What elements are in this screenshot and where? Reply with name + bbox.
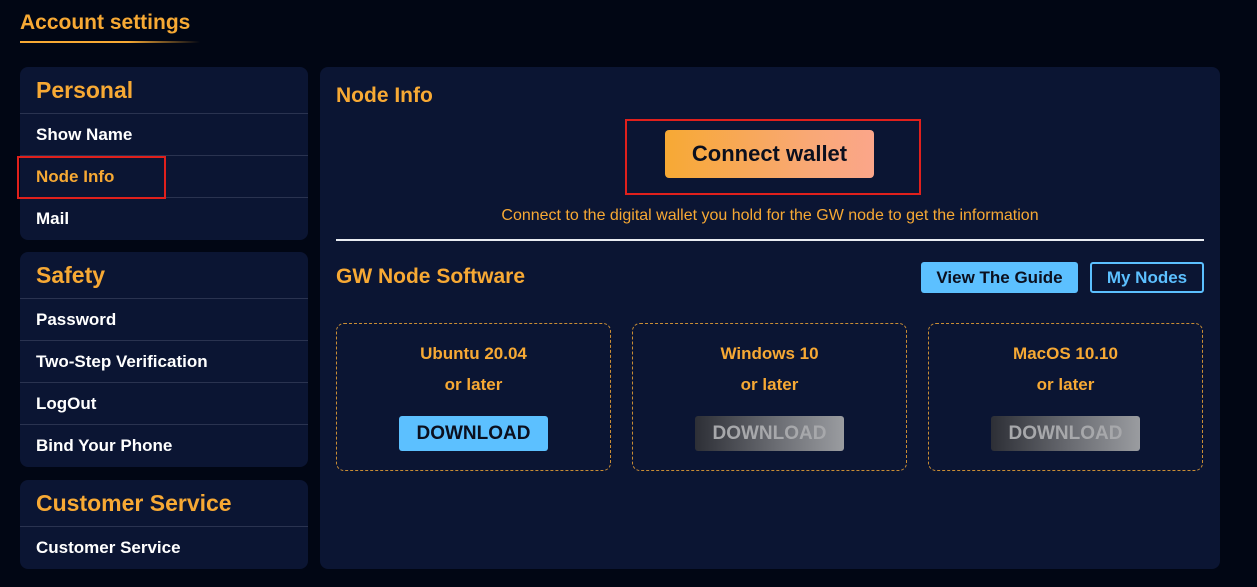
view-guide-button[interactable]: View The Guide — [921, 262, 1078, 293]
os-name: Windows 10 — [720, 344, 819, 363]
my-nodes-button[interactable]: My Nodes — [1090, 262, 1204, 293]
sidebar-heading-safety: Safety — [20, 252, 308, 299]
sidebar-item-logout[interactable]: LogOut — [20, 383, 308, 425]
sidebar-heading-personal: Personal — [20, 67, 308, 114]
sidebar-item-show-name[interactable]: Show Name — [20, 114, 308, 156]
download-button-ubuntu[interactable]: DOWNLOAD — [399, 416, 548, 451]
os-requirement: or later — [1036, 375, 1095, 394]
sidebar-item-bind-phone[interactable]: Bind Your Phone — [20, 425, 308, 467]
sidebar-item-node-info[interactable]: Node Info — [20, 156, 308, 198]
sidebar-group-safety: Safety Password Two-Step Verification Lo… — [20, 252, 308, 467]
download-card-ubuntu: Ubuntu 20.04 or later DOWNLOAD — [336, 323, 611, 471]
sidebar-item-password[interactable]: Password — [20, 299, 308, 341]
os-requirement: or later — [740, 375, 799, 394]
os-name: MacOS 10.10 — [1013, 344, 1118, 363]
sidebar-group-customer-service: Customer Service Customer Service — [20, 480, 308, 569]
section-divider — [336, 239, 1204, 241]
sidebar-heading-customer-service: Customer Service — [20, 480, 308, 527]
os-requirement: or later — [444, 375, 503, 394]
title-underline — [20, 41, 200, 43]
sidebar-item-two-step-verification[interactable]: Two-Step Verification — [20, 341, 308, 383]
download-card-macos: MacOS 10.10 or later DOWNLOAD — [928, 323, 1203, 471]
node-info-title: Node Info — [336, 84, 433, 107]
sidebar-item-mail[interactable]: Mail — [20, 198, 308, 240]
sidebar-item-customer-service[interactable]: Customer Service — [20, 527, 308, 569]
connect-wallet-hint: Connect to the digital wallet you hold f… — [501, 207, 1039, 224]
download-button-macos: DOWNLOAD — [991, 416, 1140, 451]
page-title: Account settings — [20, 11, 191, 34]
download-card-windows: Windows 10 or later DOWNLOAD — [632, 323, 907, 471]
download-button-windows: DOWNLOAD — [695, 416, 844, 451]
os-name: Ubuntu 20.04 — [420, 344, 527, 363]
connect-wallet-button[interactable]: Connect wallet — [665, 130, 874, 178]
sidebar-group-personal: Personal Show Name Node Info Mail — [20, 67, 308, 240]
main-panel: Node Info Connect wallet Connect to the … — [320, 67, 1220, 569]
software-title: GW Node Software — [336, 265, 526, 288]
